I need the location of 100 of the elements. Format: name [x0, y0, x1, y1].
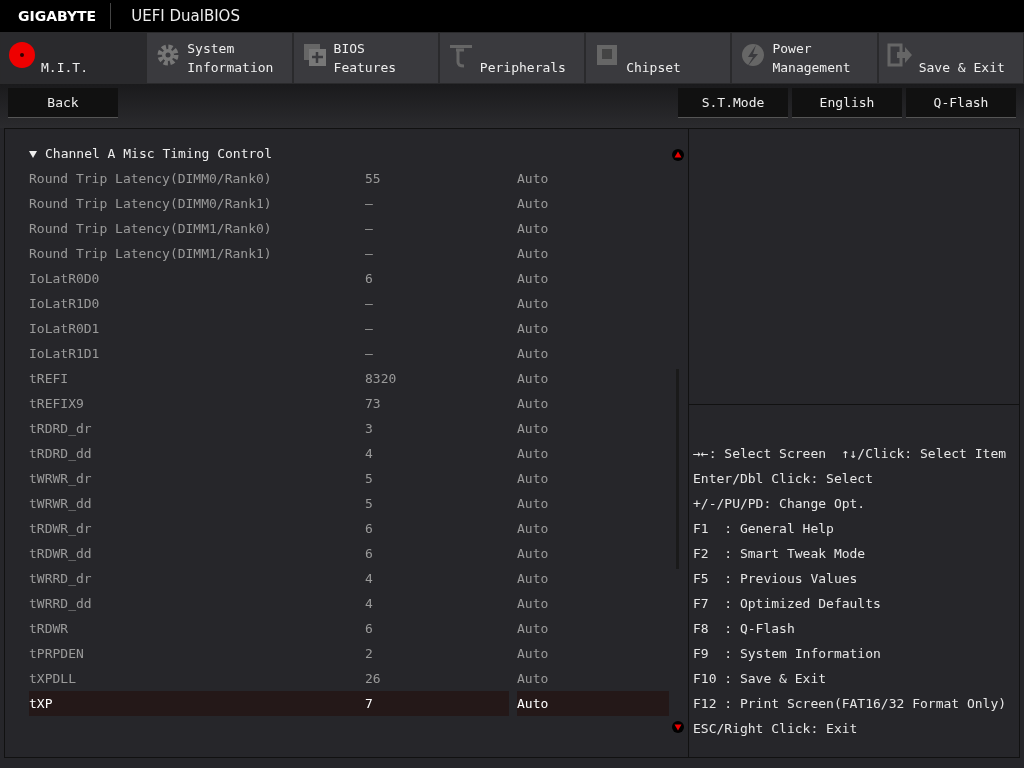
- setting-option[interactable]: Auto: [517, 566, 669, 591]
- setting-option[interactable]: Auto: [517, 316, 669, 341]
- scroll-up-icon[interactable]: [672, 149, 684, 161]
- setting-name[interactable]: tWRWR_dd: [29, 491, 365, 516]
- help-text: F2 : Smart Tweak Mode: [693, 545, 867, 563]
- setting-name[interactable]: Round Trip Latency(DIMM0/Rank0): [29, 166, 365, 191]
- setting-name[interactable]: tWRRD_dd: [29, 591, 365, 616]
- setting-value: 3: [365, 420, 374, 438]
- setting-value: –: [365, 220, 374, 238]
- setting-option[interactable]: Auto: [517, 666, 669, 691]
- setting-option[interactable]: Auto: [517, 466, 669, 491]
- setting-value: –: [365, 195, 374, 213]
- menu-tab[interactable]: Peripherals: [438, 32, 586, 84]
- chip-icon: [301, 42, 328, 68]
- toolbar-button[interactable]: S.T.Mode: [678, 88, 788, 118]
- setting-name[interactable]: tXP: [29, 691, 365, 716]
- help-text: ESC/Right Click: Exit: [693, 720, 859, 738]
- help-text: F12 : Print Screen(FAT16/32 Format Only): [693, 695, 1008, 713]
- menu-tab[interactable]: M.I.T.: [0, 32, 147, 84]
- setting-option[interactable]: Auto: [517, 166, 669, 191]
- lightning-icon: [740, 42, 767, 68]
- exit-icon: [886, 42, 913, 68]
- setting-option[interactable]: Auto: [517, 616, 669, 641]
- setting-option[interactable]: Auto: [517, 641, 669, 666]
- setting-value: –: [365, 295, 374, 313]
- setting-value: –: [365, 245, 374, 263]
- menu-tab[interactable]: BIOS Features: [292, 32, 439, 84]
- setting-name[interactable]: tREFI: [29, 366, 365, 391]
- setting-value: –: [365, 345, 374, 363]
- help-text: F8 : Q-Flash: [693, 620, 796, 638]
- setting-value: 6: [365, 270, 374, 288]
- menu-tab[interactable]: Chipset: [585, 32, 732, 84]
- setting-name[interactable]: tRDWR_dd: [29, 541, 365, 566]
- setting-option[interactable]: Auto: [517, 591, 669, 616]
- setting-value: 5: [365, 470, 374, 488]
- setting-option[interactable]: Auto: [517, 391, 669, 416]
- help-text: F10 : Save & Exit: [693, 670, 828, 688]
- setting-value: 55: [365, 170, 382, 188]
- connector-icon: [447, 42, 474, 68]
- scroll-down-icon[interactable]: [672, 721, 684, 733]
- setting-value: 7: [365, 695, 374, 713]
- setting-name[interactable]: tXPDLL: [29, 666, 365, 691]
- setting-value: 6: [365, 520, 374, 538]
- setting-option[interactable]: Auto: [517, 216, 669, 241]
- help-text: F7 : Optimized Defaults: [693, 595, 882, 613]
- setting-name[interactable]: IoLatR1D0: [29, 291, 365, 316]
- setting-option[interactable]: Auto: [517, 516, 669, 541]
- setting-value: 6: [365, 545, 374, 563]
- setting-value: 4: [365, 570, 374, 588]
- toolbar-button[interactable]: Q-Flash: [906, 88, 1016, 118]
- menu-tab[interactable]: Save & Exit: [877, 32, 1024, 84]
- back-button[interactable]: Back: [8, 88, 118, 118]
- dial-icon: [9, 42, 35, 68]
- setting-value: 73: [365, 395, 382, 413]
- setting-option[interactable]: Auto: [517, 191, 669, 216]
- setting-value: 5: [365, 495, 374, 513]
- menu-tab[interactable]: Power Management: [731, 32, 878, 84]
- setting-value: 4: [365, 595, 374, 613]
- help-text: F9 : System Information: [693, 645, 882, 663]
- setting-name[interactable]: Round Trip Latency(DIMM0/Rank1): [29, 191, 365, 216]
- setting-name[interactable]: IoLatR1D1: [29, 341, 365, 366]
- window-title: UEFI DualBIOS: [130, 5, 240, 27]
- help-text: F1 : General Help: [693, 520, 835, 538]
- setting-value: 6: [365, 620, 374, 638]
- expand-icon[interactable]: [29, 149, 37, 158]
- setting-option[interactable]: Auto: [517, 241, 669, 266]
- setting-value: 4: [365, 445, 374, 463]
- help-text: →←: Select Screen ↑↓/Click: Select Item: [693, 445, 1008, 463]
- setting-option[interactable]: Auto: [517, 341, 669, 366]
- setting-option[interactable]: Auto: [517, 691, 669, 716]
- setting-value: –: [365, 320, 374, 338]
- setting-option[interactable]: Auto: [517, 491, 669, 516]
- setting-name[interactable]: tPRPDEN: [29, 641, 365, 666]
- help-text: F5 : Previous Values: [693, 570, 859, 588]
- toolbar-button[interactable]: English: [792, 88, 902, 118]
- setting-option[interactable]: Auto: [517, 541, 669, 566]
- setting-name[interactable]: tRDRD_dr: [29, 416, 365, 441]
- setting-name[interactable]: Round Trip Latency(DIMM1/Rank1): [29, 241, 365, 266]
- setting-value: 8320: [365, 370, 398, 388]
- brand-logo: GIGABYTE: [0, 3, 112, 29]
- setting-option[interactable]: Auto: [517, 366, 669, 391]
- setting-option[interactable]: Auto: [517, 291, 669, 316]
- setting-value: 2: [365, 645, 374, 663]
- setting-name[interactable]: IoLatR0D1: [29, 316, 365, 341]
- setting-name[interactable]: tRDWR_dr: [29, 516, 365, 541]
- setting-name[interactable]: tRDWR: [29, 616, 365, 641]
- menu-tab[interactable]: System Information: [146, 32, 293, 84]
- help-text: +/-/PU/PD: Change Opt.: [693, 495, 867, 513]
- section-header[interactable]: Channel A Misc Timing Control: [45, 141, 272, 166]
- setting-option[interactable]: Auto: [517, 266, 669, 291]
- setting-name[interactable]: Round Trip Latency(DIMM1/Rank0): [29, 216, 365, 241]
- setting-option[interactable]: Auto: [517, 416, 669, 441]
- setting-name[interactable]: tWRRD_dr: [29, 566, 365, 591]
- setting-name[interactable]: tRDRD_dd: [29, 441, 365, 466]
- setting-name[interactable]: tREFIX9: [29, 391, 365, 416]
- setting-option[interactable]: Auto: [517, 441, 669, 466]
- setting-value: 26: [365, 670, 382, 688]
- setting-name[interactable]: IoLatR0D0: [29, 266, 365, 291]
- setting-name[interactable]: tWRWR_dr: [29, 466, 365, 491]
- help-text: Enter/Dbl Click: Select: [693, 470, 874, 488]
